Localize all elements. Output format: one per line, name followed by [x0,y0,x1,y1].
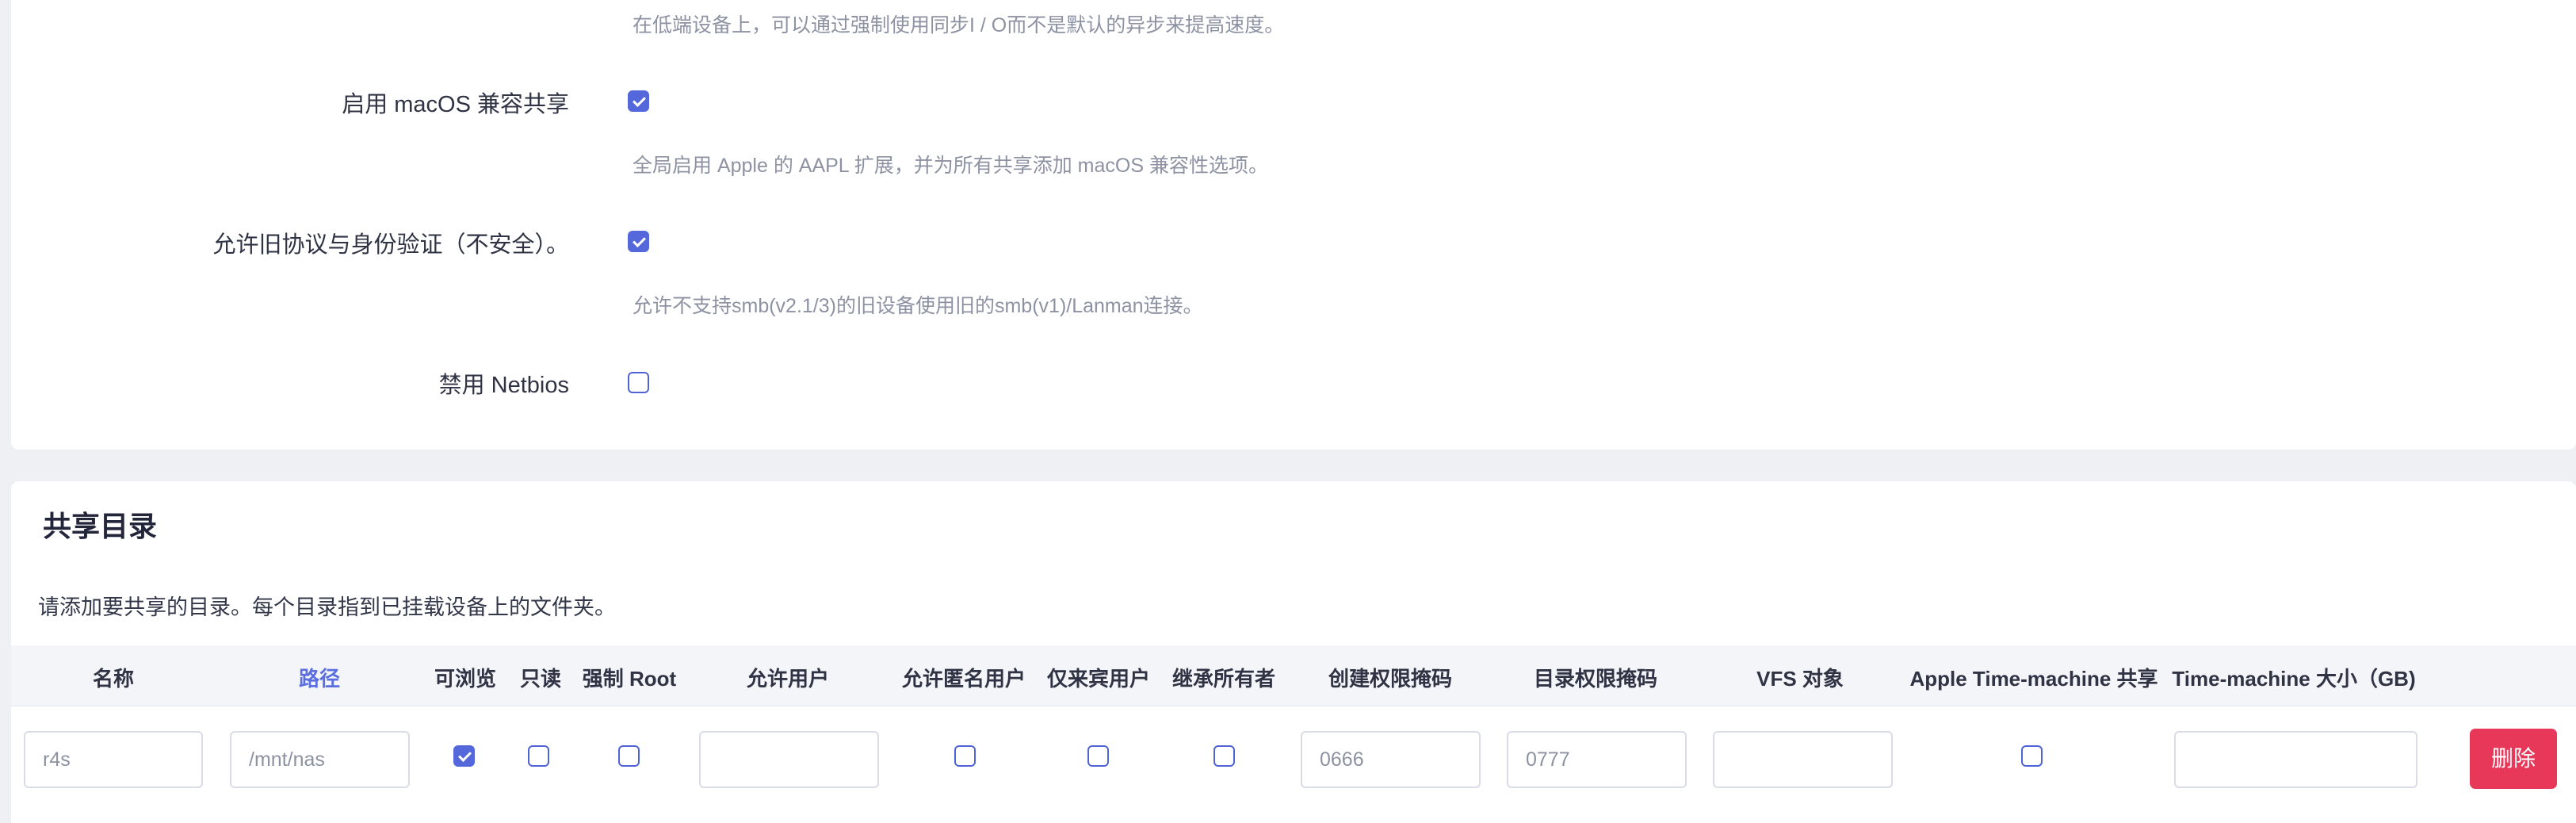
async-io-description: 在低端设备上，可以通过强制使用同步I / O而不是默认的异步来提高速度。 [633,14,1285,36]
guest-only-checkbox[interactable] [1087,745,1109,767]
guest-ok-checkbox[interactable] [954,745,976,767]
legacy-protocol-description: 允许不支持smb(v2.1/3)的旧设备使用旧的smb(v1)/Lanman连接… [633,295,1203,317]
shares-description: 请添加要共享的目录。每个目录指到已挂载设备上的文件夹。 [38,595,616,619]
col-browseable: 可浏览 [434,667,497,691]
legacy-protocol-label: 允许旧协议与身份验证（不安全）。 [212,232,569,258]
dir-mask-input[interactable]: 0777 [1507,731,1687,788]
col-guest-ok: 允许匿名用户 [901,667,1026,691]
macos-compat-description: 全局启用 Apple 的 AAPL 扩展，并为所有共享添加 macOS 兼容性选… [633,155,1268,177]
shares-title: 共享目录 [43,510,158,542]
col-vfs-objects: VFS 对象 [1756,667,1844,691]
disable-netbios-checkbox[interactable] [628,372,649,393]
timemachine-checkbox[interactable] [2021,745,2043,767]
allowed-users-input[interactable] [699,731,879,788]
legacy-protocol-checkbox[interactable] [628,231,649,252]
create-mask-input[interactable]: 0666 [1301,731,1481,788]
read-only-checkbox[interactable] [528,745,549,767]
macos-compat-label: 启用 macOS 兼容共享 [342,92,569,117]
disable-netbios-label: 禁用 Netbios [438,373,569,398]
shares-table-header: 名称 路径 可浏览 只读 强制 Root 允许用户 允许匿名用户 仅来宾用户 继… [11,645,2576,706]
inherit-owner-checkbox[interactable] [1213,745,1235,767]
timemachine-size-input[interactable] [2174,731,2417,788]
col-read-only: 只读 [519,667,562,691]
col-name: 名称 [92,667,135,691]
col-timemachine: Apple Time-machine 共享 [1909,667,2158,691]
col-inherit-owner: 继承所有者 [1171,667,1276,691]
col-timemachine-size: Time-machine 大小（GB) [2172,667,2416,691]
col-path[interactable]: 路径 [299,663,340,692]
col-dir-mask: 目录权限掩码 [1533,667,1658,691]
vfs-objects-input[interactable] [1713,731,1893,788]
browseable-checkbox[interactable] [453,745,475,767]
share-name-input[interactable]: r4s [24,731,203,788]
share-path-input[interactable]: /mnt/nas [230,731,410,788]
col-force-root: 强制 Root [582,667,677,691]
delete-share-button[interactable]: 删除 [2470,729,2557,789]
force-root-checkbox[interactable] [618,745,640,767]
col-allowed-users: 允许用户 [746,667,830,691]
col-create-mask: 创建权限掩码 [1328,667,1453,691]
macos-compat-checkbox[interactable] [628,90,649,112]
col-guest-only: 仅来宾用户 [1046,667,1151,691]
